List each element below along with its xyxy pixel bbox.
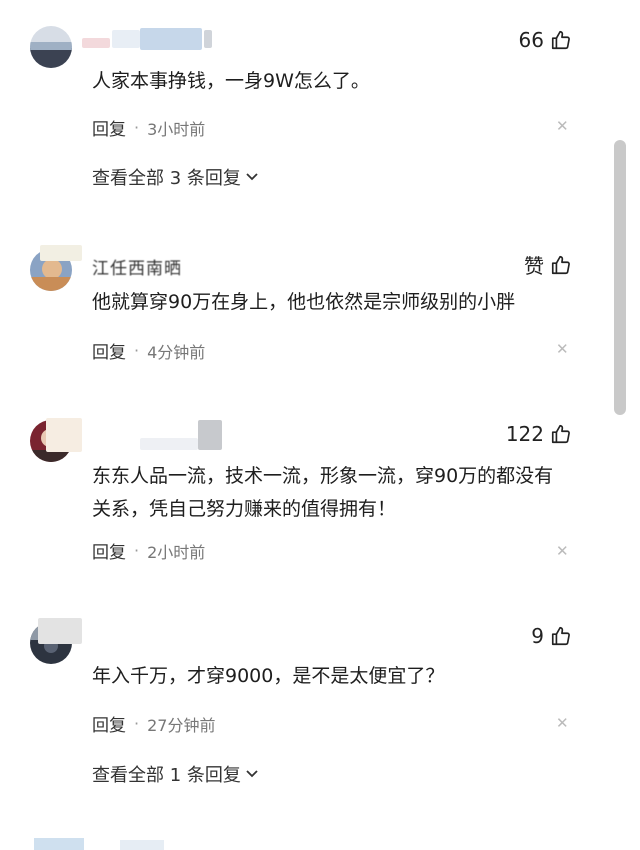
timestamp: 2小时前 (147, 542, 206, 562)
reply-button[interactable]: 回复 (92, 538, 126, 563)
timestamp: 4分钟前 (147, 342, 206, 362)
like-button[interactable]: 9 (531, 624, 572, 648)
avatar[interactable] (30, 26, 72, 68)
comment-meta: 回复 · 27分钟前 (92, 711, 215, 736)
separator-dot: · (134, 118, 140, 137)
separator-dot: · (134, 541, 140, 560)
separator-dot: · (134, 714, 140, 733)
comment-meta: 回复 · 4分钟前 (92, 338, 205, 363)
view-all-replies-label: 查看全部 1 条回复 (92, 765, 241, 786)
like-button[interactable]: 66 (519, 28, 572, 52)
thumbs-up-icon (550, 254, 572, 276)
next-comment-username-partial (120, 840, 164, 850)
username-blurred (38, 618, 82, 644)
comment-feed: 66 人家本事挣钱，一身9W怎么了。 回复 · 3小时前 ✕ 查看全部 3 条回… (0, 0, 640, 850)
comment-text: 人家本事挣钱，一身9W怎么了。 (92, 70, 370, 92)
timestamp: 3小时前 (147, 119, 206, 139)
comment-text: 他就算穿90万在身上，他也依然是宗师级别的小胖 (92, 291, 516, 313)
comment-text: 东东人品一流，技术一流，形象一流，穿90万的都没有关系，凭自己努力赚来的值得拥有… (92, 465, 554, 520)
like-count: 66 (518, 28, 544, 52)
thumbs-up-icon (550, 625, 572, 647)
close-icon[interactable]: ✕ (556, 119, 569, 134)
scrollbar-thumb[interactable] (614, 140, 626, 415)
like-button[interactable]: 赞 (524, 250, 572, 279)
view-all-replies-label: 查看全部 3 条回复 (92, 168, 241, 189)
reply-button[interactable]: 回复 (92, 115, 126, 140)
username-blurred (198, 420, 222, 450)
view-all-replies-button[interactable]: 查看全部 1 条回复 (92, 761, 259, 787)
view-all-replies-button[interactable]: 查看全部 3 条回复 (92, 164, 259, 190)
comment-meta: 回复 · 2小时前 (92, 538, 205, 563)
separator-dot: · (134, 341, 140, 360)
username-blurred (82, 38, 110, 48)
like-count: 9 (531, 624, 544, 648)
close-icon[interactable]: ✕ (556, 342, 569, 357)
thumbs-up-icon (550, 29, 572, 51)
chevron-down-icon (245, 764, 259, 785)
timestamp: 27分钟前 (147, 715, 216, 735)
username-blurred (46, 418, 82, 452)
like-count: 122 (505, 422, 544, 446)
username[interactable]: 江任西南晒 (92, 254, 182, 279)
reply-button[interactable]: 回复 (92, 711, 126, 736)
like-button[interactable]: 122 (506, 422, 572, 446)
chevron-down-icon (245, 167, 259, 188)
next-comment-avatar-partial (34, 838, 84, 850)
username-blurred (40, 245, 82, 261)
username-blurred (140, 438, 198, 450)
close-icon[interactable]: ✕ (556, 544, 569, 559)
like-count: 赞 (524, 254, 544, 278)
comment-text: 年入千万，才穿9000，是不是太便宜了？ (92, 665, 445, 687)
close-icon[interactable]: ✕ (556, 716, 569, 731)
username-blurred (204, 30, 212, 48)
reply-button[interactable]: 回复 (92, 338, 126, 363)
username-blurred (112, 30, 140, 48)
username-blurred (140, 28, 202, 50)
comment-meta: 回复 · 3小时前 (92, 115, 205, 140)
thumbs-up-icon (550, 423, 572, 445)
